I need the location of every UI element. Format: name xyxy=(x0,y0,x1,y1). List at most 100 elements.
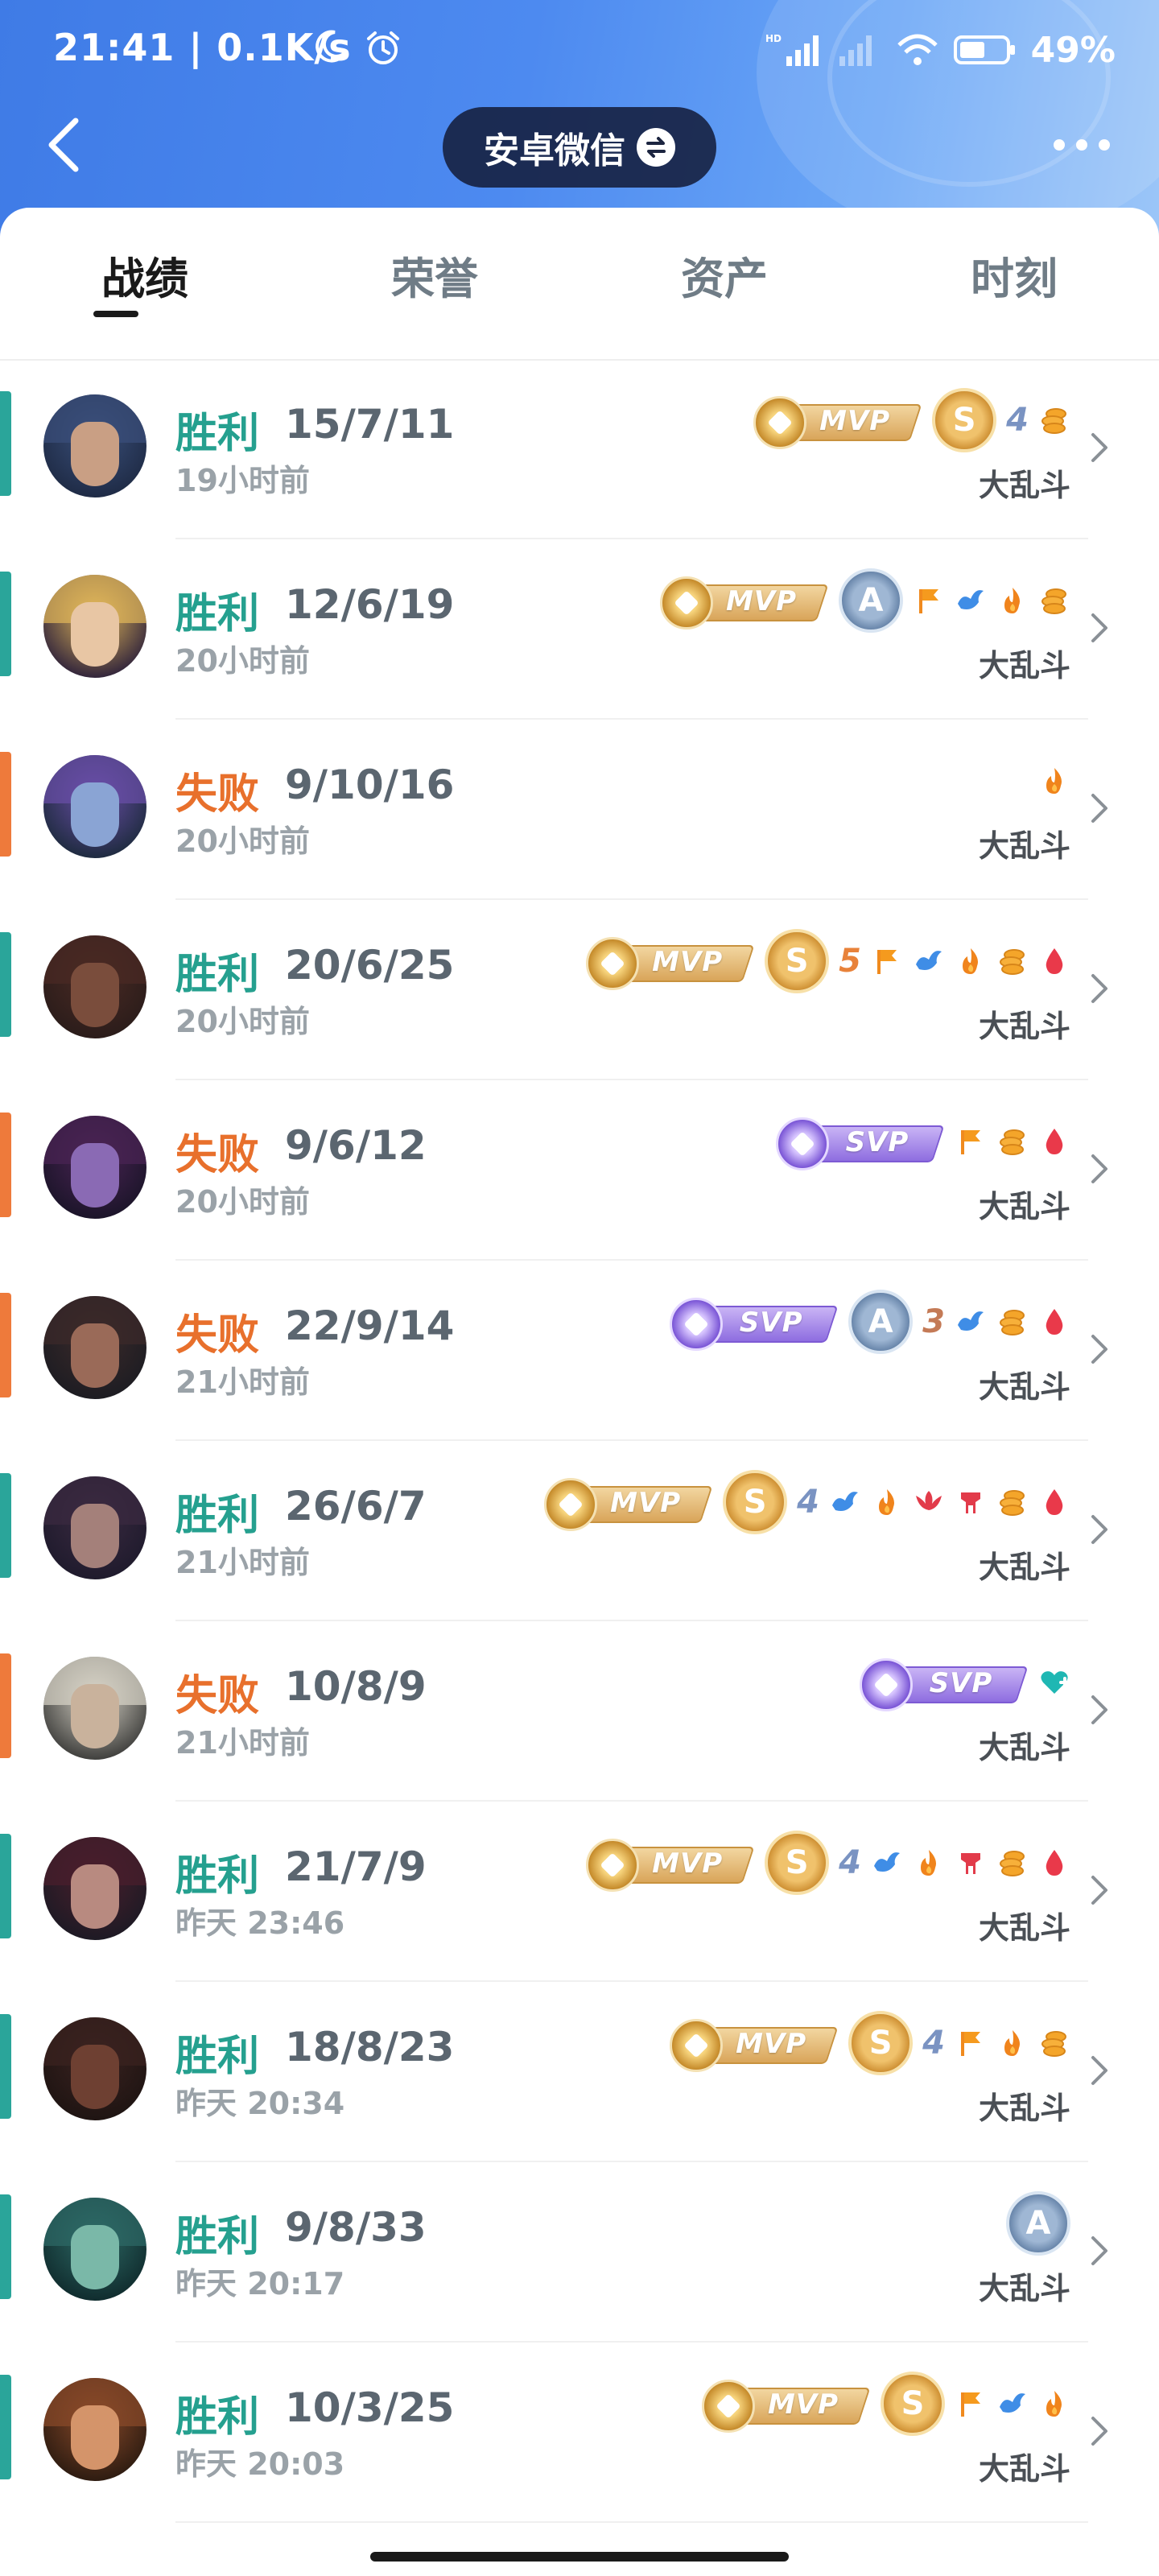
match-row[interactable]: 胜利 20/6/25 20小时前 MVP S 5 大乱斗 xyxy=(0,900,1159,1080)
hero-avatar xyxy=(43,1476,146,1579)
match-row[interactable]: 胜利 21/7/9 昨天 23:46 MVP S 4 大乱斗 xyxy=(0,1802,1159,1982)
account-switch-pill[interactable]: 安卓微信 xyxy=(443,107,716,188)
kda-score: 10/8/9 xyxy=(285,1663,427,1710)
badge-emblem-icon xyxy=(702,2380,755,2433)
tab-record[interactable]: 战绩 xyxy=(64,243,225,308)
match-row[interactable]: 失败 10/8/9 21小时前 SVP 大乱斗 xyxy=(0,1621,1159,1802)
multikill-count: 4 xyxy=(839,1844,861,1881)
grade-badge: A xyxy=(848,1290,914,1354)
result-indicator-bar xyxy=(0,391,11,496)
match-result: 胜利 xyxy=(175,1852,260,1901)
bird-icon xyxy=(871,1847,903,1879)
gold-coin-icon xyxy=(1038,584,1070,617)
chevron-right-icon[interactable] xyxy=(1090,972,1109,1005)
chevron-right-icon[interactable] xyxy=(1090,1513,1109,1546)
match-time: 21小时前 xyxy=(175,1545,310,1580)
chevron-right-icon[interactable] xyxy=(1090,792,1109,824)
grade-badge: S xyxy=(765,1831,830,1895)
flag-icon xyxy=(913,584,945,617)
game-mode: 大乱斗 xyxy=(978,828,1070,864)
match-row[interactable]: 失败 9/6/12 20小时前 SVP 大乱斗 xyxy=(0,1080,1159,1261)
match-result: 失败 xyxy=(175,1311,260,1360)
flame-icon xyxy=(1038,2388,1070,2420)
badge-label: MVP xyxy=(652,1847,724,1880)
signal-empty-icon xyxy=(839,35,872,66)
tab-moments[interactable]: 时刻 xyxy=(934,243,1095,308)
chevron-right-icon[interactable] xyxy=(1090,1153,1109,1185)
gold-coin-icon xyxy=(996,1486,1029,1518)
match-result: 胜利 xyxy=(175,2033,260,2081)
badge-emblem-icon xyxy=(670,2019,724,2072)
result-indicator-bar xyxy=(0,2014,11,2119)
match-result: 胜利 xyxy=(175,590,260,638)
kda-score: 9/10/16 xyxy=(285,762,455,808)
match-row[interactable]: 胜利 15/7/11 19小时前 MVP S 4 大乱斗 xyxy=(0,359,1159,539)
chevron-right-icon[interactable] xyxy=(1090,1874,1109,1906)
badge-label: SVP xyxy=(739,1307,803,1339)
match-list: 胜利 15/7/11 19小时前 MVP S 4 大乱斗 胜利 12/6/19 20小时前 MVP A… xyxy=(0,359,1159,2523)
svg-text:HD: HD xyxy=(765,33,782,44)
match-row[interactable]: 胜利 9/8/33 昨天 20:17 A 大乱斗 xyxy=(0,2162,1159,2343)
match-badges: MVP S 4 xyxy=(670,2011,1070,2075)
result-indicator-bar xyxy=(0,1653,11,1758)
match-row[interactable]: 失败 22/9/14 21小时前 SVP A 3 大乱斗 xyxy=(0,1261,1159,1441)
flame-icon xyxy=(1038,765,1070,797)
tab-assets[interactable]: 资产 xyxy=(644,243,805,308)
match-badges: MVP S xyxy=(702,2372,1070,2436)
svp-badge: SVP xyxy=(860,1658,1029,1711)
match-row[interactable]: 胜利 12/6/19 20小时前 MVP A 大乱斗 xyxy=(0,539,1159,720)
match-time: 20小时前 xyxy=(175,1004,310,1039)
game-mode: 大乱斗 xyxy=(978,1009,1070,1044)
back-arrow-icon[interactable] xyxy=(40,113,89,177)
avatar-face xyxy=(71,782,119,847)
gold-coin-icon xyxy=(996,1306,1029,1338)
flame-icon xyxy=(996,2027,1029,2059)
hero-avatar xyxy=(43,575,146,678)
mvp-badge: MVP xyxy=(753,396,922,449)
result-indicator-bar xyxy=(0,1834,11,1938)
avatar-face xyxy=(71,422,119,486)
bird-icon xyxy=(996,2388,1029,2420)
match-time: 21小时前 xyxy=(175,1725,310,1761)
result-indicator-bar xyxy=(0,572,11,676)
grade-badge: S xyxy=(932,388,997,452)
match-result: 胜利 xyxy=(175,2213,260,2261)
match-row[interactable]: 胜利 18/8/23 昨天 20:34 MVP S 4 大乱斗 xyxy=(0,1982,1159,2162)
bird-icon xyxy=(955,1306,987,1338)
grade-badge: S xyxy=(848,2011,914,2075)
row-divider xyxy=(175,2521,1088,2523)
badge-emblem-icon xyxy=(586,1839,640,1892)
badge-emblem-icon xyxy=(753,396,807,449)
multikill-count: 5 xyxy=(839,943,861,980)
badge-label: MVP xyxy=(819,405,891,437)
tab-honor[interactable]: 荣誉 xyxy=(354,243,515,308)
match-result: 失败 xyxy=(175,770,260,819)
chevron-right-icon[interactable] xyxy=(1090,1694,1109,1726)
match-badges: SVP xyxy=(776,1109,1070,1174)
header-area: 21:41 | 0.1K/s HD 49% 安卓微信 xyxy=(0,0,1159,242)
heart-plus-icon xyxy=(1038,1666,1070,1699)
chevron-right-icon[interactable] xyxy=(1090,2054,1109,2087)
mvp-badge: MVP xyxy=(586,1839,755,1892)
match-row[interactable]: 胜利 26/6/7 21小时前 MVP S 4 大乱斗 xyxy=(0,1441,1159,1621)
badge-label: MVP xyxy=(767,2388,839,2421)
avatar-face xyxy=(71,602,119,667)
game-mode: 大乱斗 xyxy=(978,2271,1070,2306)
match-row[interactable]: 胜利 10/3/25 昨天 20:03 MVP S 大乱斗 xyxy=(0,2343,1159,2523)
match-badges: SVP A 3 xyxy=(670,1290,1070,1354)
game-mode: 大乱斗 xyxy=(978,2451,1070,2487)
more-icon[interactable] xyxy=(1051,135,1112,155)
gold-coin-icon xyxy=(996,945,1029,977)
hero-avatar xyxy=(43,1837,146,1940)
badge-label: MVP xyxy=(725,585,798,617)
chevron-right-icon[interactable] xyxy=(1090,2415,1109,2447)
match-row[interactable]: 失败 9/10/16 20小时前 大乱斗 xyxy=(0,720,1159,900)
chevron-right-icon[interactable] xyxy=(1090,1333,1109,1365)
chevron-right-icon[interactable] xyxy=(1090,612,1109,644)
avatar-face xyxy=(71,1323,119,1388)
chevron-right-icon[interactable] xyxy=(1090,431,1109,464)
chevron-right-icon[interactable] xyxy=(1090,2235,1109,2267)
avatar-face xyxy=(71,2225,119,2289)
result-indicator-bar xyxy=(0,932,11,1037)
multikill-count: 4 xyxy=(1006,402,1029,439)
